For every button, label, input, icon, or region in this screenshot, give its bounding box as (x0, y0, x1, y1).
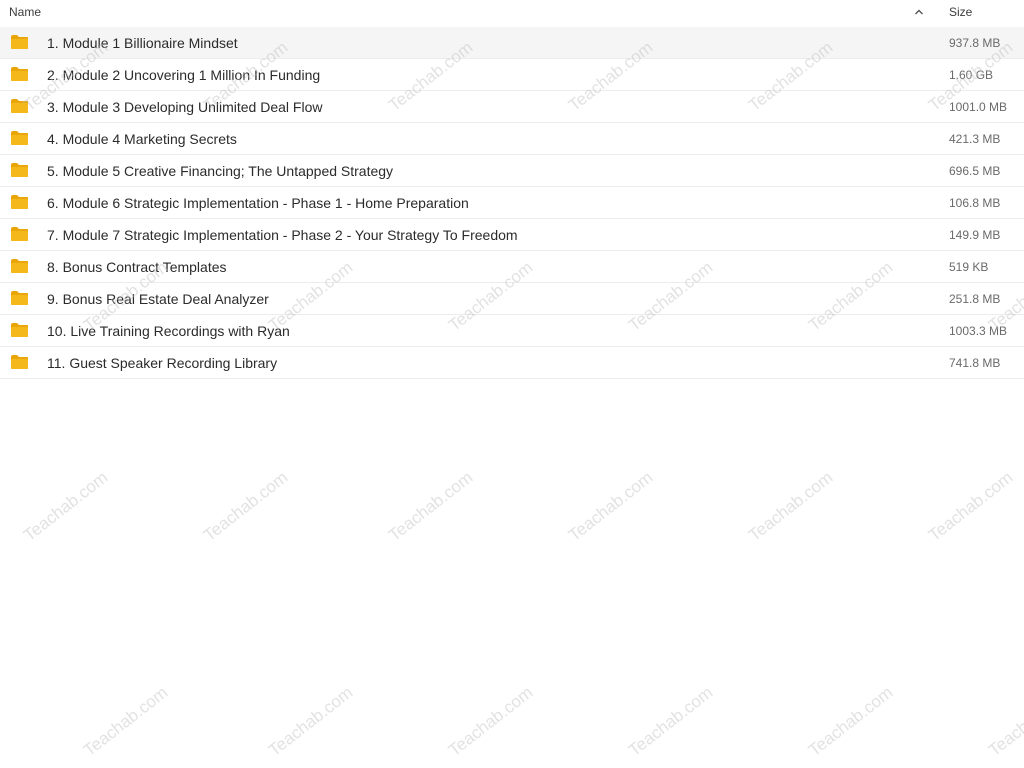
folder-row[interactable]: 10. Live Training Recordings with Ryan 10… (0, 315, 1024, 347)
folder-name: 3. Module 3 Developing Unlimited Deal Fl… (47, 99, 323, 115)
file-list: Name Size 1. Module 1 Billionaire Mindse… (0, 0, 1024, 768)
folder-row[interactable]: 2. Module 2 Uncovering 1 Million In Fund… (0, 59, 1024, 91)
folder-size: 1.60 GB (949, 68, 994, 82)
watermark-text: Teachab.com (20, 467, 112, 545)
name-column-header[interactable]: Name (9, 5, 41, 19)
folder-row[interactable]: 8. Bonus Contract Templates 519 KB (0, 251, 1024, 283)
column-header-bar: Name Size (0, 0, 1024, 28)
folder-icon (11, 67, 28, 81)
folder-icon (11, 195, 28, 209)
folder-name: 7. Module 7 Strategic Implementation - P… (47, 227, 518, 243)
folder-row[interactable]: 3. Module 3 Developing Unlimited Deal Fl… (0, 91, 1024, 123)
folder-name: 10. Live Training Recordings with Ryan (47, 323, 290, 339)
folder-size: 519 KB (949, 260, 989, 274)
folder-row[interactable]: 11. Guest Speaker Recording Library 741.8… (0, 347, 1024, 379)
chevron-up-icon[interactable] (913, 6, 925, 18)
folder-row[interactable]: 5. Module 5 Creative Financing; The Unta… (0, 155, 1024, 187)
folder-icon (11, 227, 28, 241)
folder-name: 2. Module 2 Uncovering 1 Million In Fund… (47, 67, 321, 83)
folder-name: 11. Guest Speaker Recording Library (47, 355, 278, 371)
folder-name: 5. Module 5 Creative Financing; The Unta… (47, 163, 394, 179)
folder-name: 4. Module 4 Marketing Secrets (47, 131, 237, 147)
watermark-text: Teachab.com (385, 467, 477, 545)
folder-icon (11, 323, 28, 337)
folder-size: 696.5 MB (949, 164, 1001, 178)
watermark-text: Teachab.com (445, 682, 537, 760)
folder-name: 1. Module 1 Billionaire Mindset (47, 35, 238, 51)
folder-row[interactable]: 6. Module 6 Strategic Implementation - P… (0, 187, 1024, 219)
folder-row[interactable]: 4. Module 4 Marketing Secrets 421.3 MB (0, 123, 1024, 155)
size-column-header[interactable]: Size (949, 5, 972, 19)
folder-icon (11, 35, 28, 49)
watermark-text: Teachab.com (925, 467, 1017, 545)
watermark-text: Teachab.com (625, 682, 717, 760)
watermark-text: Teachab.com (985, 682, 1024, 760)
folder-row[interactable]: 7. Module 7 Strategic Implementation - P… (0, 219, 1024, 251)
folder-size: 421.3 MB (949, 132, 1001, 146)
folder-size: 741.8 MB (949, 356, 1001, 370)
watermark-text: Teachab.com (265, 682, 357, 760)
folder-icon (11, 131, 28, 145)
folder-row[interactable]: 9. Bonus Real Estate Deal Analyzer 251.8 … (0, 283, 1024, 315)
folder-row[interactable]: 1. Module 1 Billionaire Mindset 937.8 MB (0, 27, 1024, 59)
watermark-text: Teachab.com (805, 682, 897, 760)
folder-size: 251.8 MB (949, 292, 1001, 306)
watermark-text: Teachab.com (80, 682, 172, 760)
folder-name: 6. Module 6 Strategic Implementation - P… (47, 195, 469, 211)
folder-icon (11, 99, 28, 113)
file-rows: 1. Module 1 Billionaire Mindset 937.8 MB 2… (0, 27, 1024, 379)
folder-name: 8. Bonus Contract Templates (47, 259, 227, 275)
folder-icon (11, 355, 28, 369)
folder-icon (11, 163, 28, 177)
folder-size: 1003.3 MB (949, 324, 1008, 338)
folder-size: 149.9 MB (949, 228, 1001, 242)
folder-size: 106.8 MB (949, 196, 1001, 210)
folder-size: 1001.0 MB (949, 100, 1008, 114)
folder-icon (11, 259, 28, 273)
watermark-text: Teachab.com (745, 467, 837, 545)
watermark-text: Teachab.com (565, 467, 657, 545)
folder-size: 937.8 MB (949, 36, 1001, 50)
folder-icon (11, 291, 28, 305)
folder-name: 9. Bonus Real Estate Deal Analyzer (47, 291, 269, 307)
watermark-text: Teachab.com (200, 467, 292, 545)
